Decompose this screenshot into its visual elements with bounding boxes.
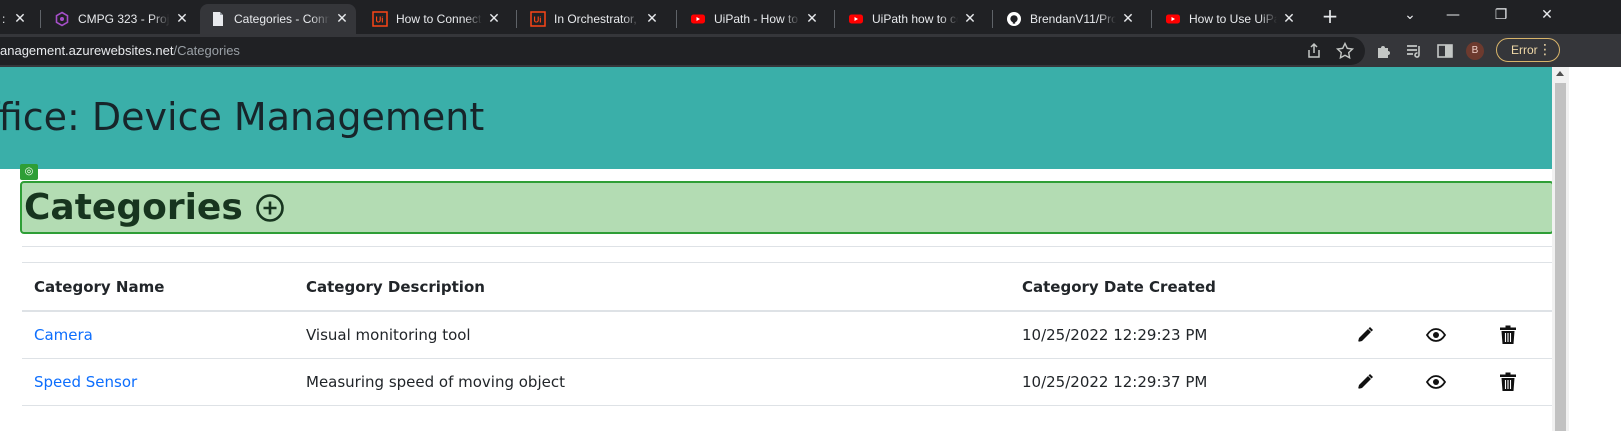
url-host: anagement.azurewebsites.net — [0, 43, 174, 58]
web-page: ffice: Device Management ◎ Categories Ca… — [0, 67, 1552, 431]
url-path: /Categories — [173, 43, 240, 58]
category-name-cell: Speed Sensor — [22, 358, 294, 406]
browser-tab[interactable]: CMPG 323 - Project ✕ — [44, 4, 196, 34]
browser-tab[interactable]: Ui In Orchestrator, how ✕ — [520, 4, 666, 34]
page-heading: Categories — [24, 187, 285, 228]
column-header-actions — [1330, 263, 1552, 312]
element-highlight-overlay: Categories — [20, 181, 1552, 234]
svg-text:Ui: Ui — [534, 16, 542, 25]
category-date-cell: 10/25/2022 12:29:23 PM — [1010, 311, 1330, 359]
youtube-icon — [690, 11, 706, 27]
selector-target-icon: ◎ — [20, 164, 38, 180]
browser-tab-title: UiPath how to connect — [872, 12, 958, 26]
close-tab-icon[interactable]: ✕ — [1281, 11, 1297, 27]
category-description-cell: Measuring speed of moving object — [294, 358, 1010, 406]
close-tab-icon[interactable]: ✕ — [486, 11, 502, 27]
browser-tab-title: : — [2, 12, 6, 26]
table-row: Camera Visual monitoring tool 10/25/2022 1… — [22, 311, 1552, 359]
svg-text:Ui: Ui — [376, 16, 384, 25]
scroll-up-arrow-icon[interactable] — [1556, 71, 1564, 76]
youtube-icon — [1165, 11, 1181, 27]
browser-tab[interactable]: UiPath how to connect ✕ — [838, 4, 984, 34]
category-date-cell: 10/25/2022 12:29:37 PM — [1010, 358, 1330, 406]
address-bar[interactable]: anagement.azurewebsites.net/Categories — [0, 37, 1365, 65]
edit-pencil-icon[interactable] — [1354, 371, 1376, 393]
category-name-cell: Camera — [22, 311, 294, 359]
browser-menu-icon[interactable]: ⋮ — [1538, 39, 1552, 61]
browser-toolbar: anagement.azurewebsites.net/Categories B… — [0, 34, 1621, 67]
restore-window-button[interactable]: ❐ — [1488, 4, 1514, 26]
table-header-row: Category Name Category Description Categ… — [22, 263, 1552, 312]
profile-avatar[interactable]: B — [1466, 42, 1484, 60]
tab-search-dropdown-icon[interactable]: ⌄ — [1400, 4, 1420, 26]
youtube-icon — [848, 11, 864, 27]
category-description-cell: Visual monitoring tool — [294, 311, 1010, 359]
browser-tab[interactable]: UiPath - How to use ✕ — [680, 4, 826, 34]
delete-trash-icon[interactable] — [1497, 371, 1519, 393]
add-category-icon[interactable] — [255, 193, 285, 223]
view-eye-icon[interactable] — [1425, 371, 1447, 393]
github-icon — [1006, 11, 1022, 27]
categories-table: Category Name Category Description Categ… — [22, 263, 1552, 406]
browser-tab[interactable]: How to Use UiPath ✕ — [1155, 4, 1303, 34]
delete-trash-icon[interactable] — [1497, 324, 1519, 346]
edit-pencil-icon[interactable] — [1354, 324, 1376, 346]
browser-tab-strip: :✕CMPG 323 - Project✕Categories - Connec… — [0, 0, 1621, 34]
error-button[interactable]: Error ⋮ — [1496, 38, 1560, 62]
page-scrollbar[interactable] — [1552, 67, 1569, 431]
browser-tab[interactable]: : ✕ — [0, 4, 34, 34]
browser-tab[interactable]: Categories - Connect ✕ — [200, 4, 356, 34]
tab-separator — [676, 10, 677, 28]
teams-icon — [54, 11, 70, 27]
column-header-date: Category Date Created — [1010, 263, 1330, 312]
browser-tab-title: In Orchestrator, how — [554, 12, 640, 26]
browser-tab-title: CMPG 323 - Project — [78, 12, 170, 26]
extensions-puzzle-icon[interactable] — [1374, 41, 1394, 61]
category-name-link[interactable]: Camera — [34, 326, 93, 344]
tab-separator — [40, 10, 41, 28]
view-eye-icon[interactable] — [1425, 324, 1447, 346]
browser-tab-title: How to Connect UiPath — [396, 12, 482, 26]
minimize-window-button[interactable]: — — [1440, 4, 1466, 26]
site-title: ffice: Device Management — [0, 95, 485, 139]
browser-tab-title: How to Use UiPath — [1189, 12, 1277, 26]
browser-tab-title: UiPath - How to use — [714, 12, 800, 26]
uipath-icon: Ui — [530, 11, 546, 27]
browser-tab[interactable]: Ui How to Connect UiPath ✕ — [362, 4, 508, 34]
column-header-name: Category Name — [22, 263, 294, 312]
tab-separator — [834, 10, 835, 28]
browser-tab[interactable]: BrendanV11/Project ✕ — [996, 4, 1142, 34]
scrollbar-thumb[interactable] — [1555, 83, 1566, 431]
close-tab-icon[interactable]: ✕ — [962, 11, 978, 27]
browser-tab-title: BrendanV11/Project — [1030, 12, 1116, 26]
category-name-link[interactable]: Speed Sensor — [34, 373, 137, 391]
site-header-banner: ffice: Device Management — [0, 67, 1552, 169]
close-tab-icon[interactable]: ✕ — [1120, 11, 1136, 27]
media-control-icon[interactable] — [1404, 41, 1424, 61]
column-header-description: Category Description — [294, 263, 1010, 312]
page-title: Categories — [24, 187, 243, 228]
share-icon[interactable] — [1304, 41, 1324, 61]
tab-separator — [1151, 10, 1152, 28]
row-actions-cell — [1330, 358, 1552, 406]
new-tab-button[interactable]: + — [1319, 5, 1341, 27]
divider — [22, 246, 1552, 247]
close-window-button[interactable]: ✕ — [1534, 4, 1560, 26]
table-row: Speed Sensor Measuring speed of moving ob… — [22, 358, 1552, 406]
close-tab-icon[interactable]: ✕ — [12, 11, 28, 27]
row-actions-cell — [1330, 311, 1552, 359]
close-tab-icon[interactable]: ✕ — [334, 11, 350, 27]
uipath-icon: Ui — [372, 11, 388, 27]
error-label: Error — [1511, 43, 1538, 57]
page-icon — [210, 11, 226, 27]
close-tab-icon[interactable]: ✕ — [174, 11, 190, 27]
browser-tab-title: Categories - Connect — [234, 12, 330, 26]
bookmark-star-icon[interactable] — [1335, 41, 1355, 61]
tab-separator — [992, 10, 993, 28]
tab-separator — [516, 10, 517, 28]
close-tab-icon[interactable]: ✕ — [644, 11, 660, 27]
side-panel-icon[interactable] — [1435, 41, 1455, 61]
close-tab-icon[interactable]: ✕ — [804, 11, 820, 27]
